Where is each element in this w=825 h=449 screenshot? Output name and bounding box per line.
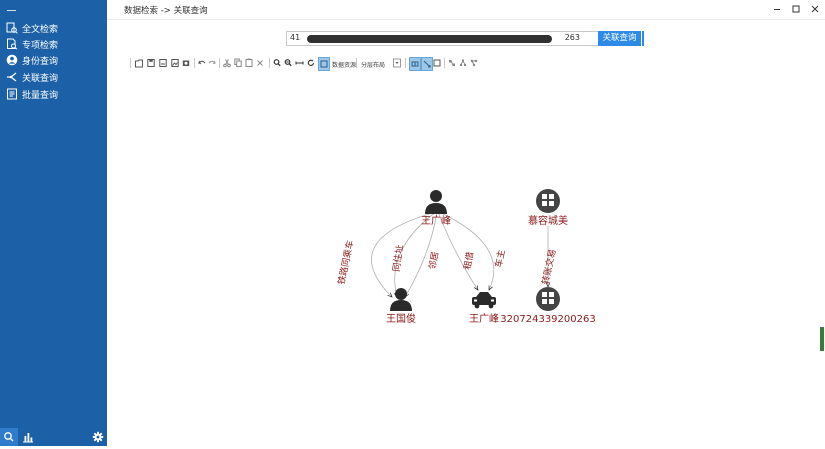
person-icon	[425, 190, 447, 214]
car-icon	[472, 292, 496, 309]
scrollbar-thumb[interactable]	[820, 327, 824, 351]
edge-transfer[interactable]: 转账交易	[539, 226, 558, 287]
node-bank-1[interactable]: 慕容城美	[528, 189, 568, 227]
edge-label: 同住址	[390, 244, 406, 272]
node-person-1[interactable]: 王广峰	[421, 190, 451, 227]
edge-label: 铁路同乘车	[335, 239, 356, 286]
bank-card-icon	[536, 287, 560, 311]
node-label: 王国俊	[386, 312, 416, 325]
node-label: 王广峰	[421, 215, 451, 227]
node-label: 慕容城美	[528, 214, 568, 227]
relation-graph-canvas[interactable]: 铁路同乘车 同住址 邻居 租借 车主 转账交易 王广峰 王国俊 王广峰 慕容城美…	[0, 0, 825, 446]
bank-card-icon	[536, 189, 560, 213]
node-person-2[interactable]: 王国俊	[386, 288, 416, 325]
node-label: 王广峰	[469, 313, 499, 325]
node-bank-2[interactable]: 320724339200263	[500, 287, 596, 325]
person-icon	[390, 288, 412, 311]
edge-label: 邻居	[426, 251, 441, 271]
node-label: 320724339200263	[500, 314, 595, 325]
edge-label: 转账交易	[539, 248, 558, 286]
node-car-1[interactable]: 王广峰	[469, 292, 499, 325]
edge-label: 租借	[461, 251, 476, 271]
edge-label: 车主	[492, 249, 507, 269]
graph-nodes: 王广峰 王国俊 王广峰 慕容城美 320724339200263	[386, 189, 596, 325]
